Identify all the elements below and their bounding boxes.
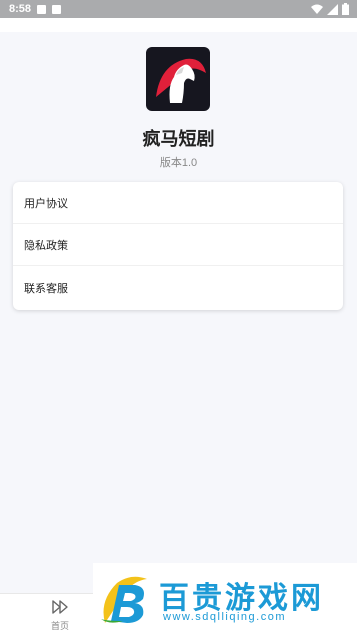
status-icons <box>311 3 349 15</box>
settings-menu: 用户协议 隐私政策 联系客服 <box>13 182 343 310</box>
status-bar: 8:58 <box>0 0 357 18</box>
menu-item-label: 联系客服 <box>24 283 68 295</box>
app-logo <box>146 47 210 111</box>
nav-home-tab[interactable]: 首页 <box>40 600 80 636</box>
menu-item-contact-support[interactable]: 联系客服 <box>13 266 343 310</box>
signal-icon <box>327 3 338 15</box>
menu-item-privacy-policy[interactable]: 隐私政策 <box>13 224 343 266</box>
status-time: 8:58 <box>9 3 32 15</box>
wifi-icon <box>311 4 323 14</box>
watermark: 百贵游戏网 www.sdqlliqing.com <box>93 563 357 636</box>
watermark-logo-icon <box>101 576 147 623</box>
menu-item-label: 用户协议 <box>24 197 68 210</box>
header-bar <box>0 18 357 32</box>
notification-icon <box>52 4 62 14</box>
nav-home-label: 首页 <box>50 621 69 631</box>
play-forward-icon <box>52 600 68 614</box>
battery-icon <box>342 3 349 15</box>
app-name: 疯马短剧 <box>142 129 215 149</box>
horse-logo-icon <box>156 58 206 103</box>
menu-item-label: 隐私政策 <box>24 239 68 252</box>
menu-item-user-agreement[interactable]: 用户协议 <box>13 182 343 224</box>
app-version: 版本1.0 <box>159 157 198 169</box>
notification-icon <box>37 4 47 14</box>
watermark-url: www.sdqlliqing.com <box>163 611 286 623</box>
